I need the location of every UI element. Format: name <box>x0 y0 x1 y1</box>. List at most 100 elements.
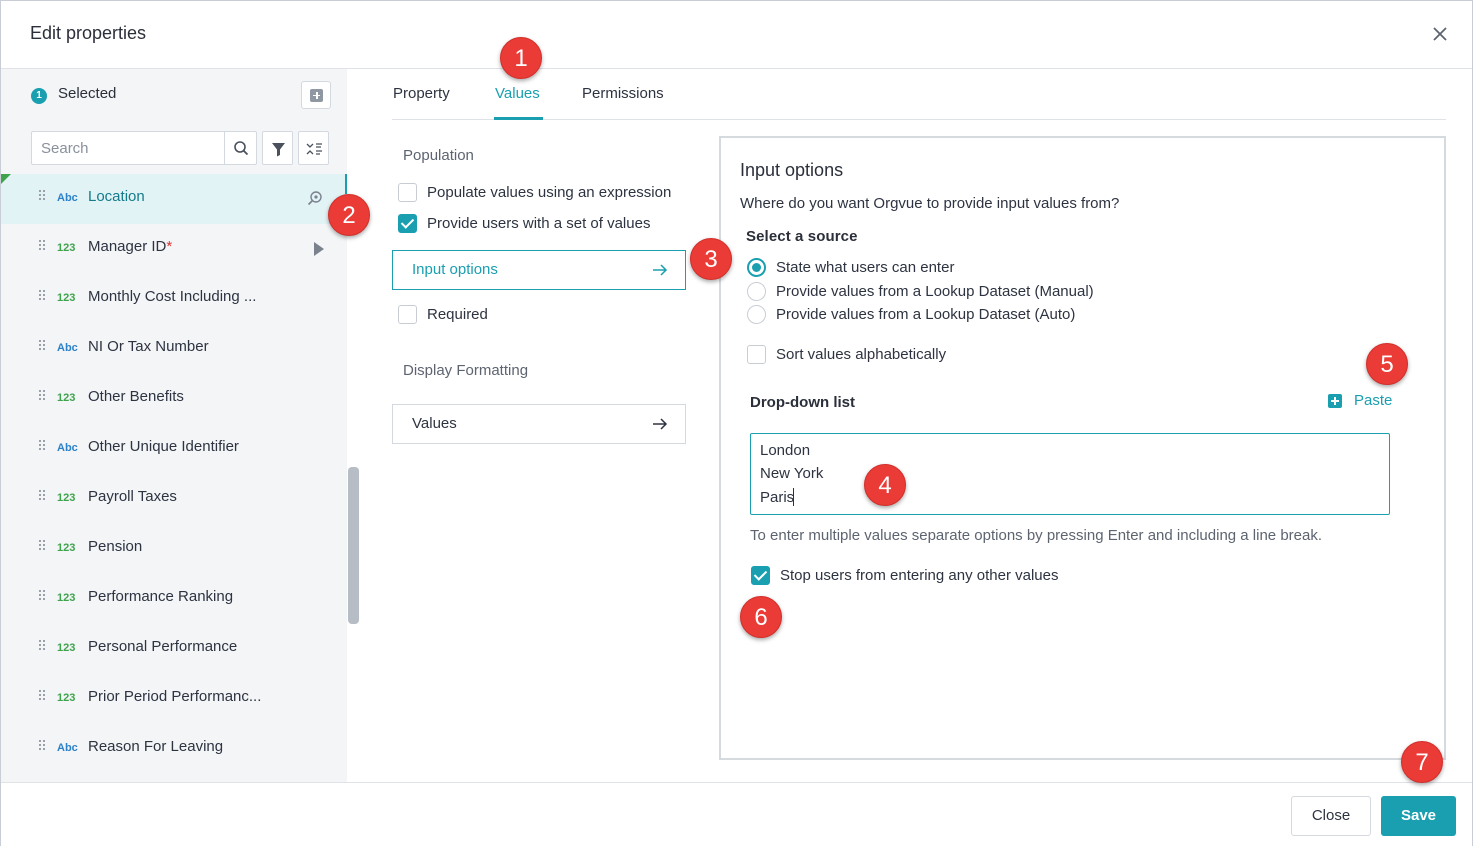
input-source-question: Where do you want Orgvue to provide inpu… <box>740 195 1120 212</box>
drag-handle-icon[interactable] <box>39 290 47 302</box>
dialog-title: Edit properties <box>30 23 147 43</box>
property-name: Prior Period Performanc... <box>88 688 261 705</box>
property-type-badge: 123 <box>57 242 76 254</box>
property-list-item[interactable]: 123 Monthly Cost Including ... <box>1 274 347 324</box>
property-type-badge: 123 <box>57 592 76 604</box>
input-options-button-label: Input options <box>412 261 498 278</box>
filter-button[interactable] <box>262 131 293 165</box>
search-icon[interactable] <box>224 132 257 164</box>
property-name-text: Personal Performance <box>88 638 238 655</box>
property-name-text: Monthly Cost Including ... <box>88 288 257 305</box>
property-list-item[interactable]: Abc NI Or Tax Number <box>1 324 347 374</box>
inspect-search-icon[interactable] <box>306 190 324 208</box>
property-sidebar: 1 Selected Abc Location 123 Manager ID* 123 M… <box>1 69 362 782</box>
population-heading: Population <box>403 147 474 164</box>
property-list-item[interactable]: 123 Other Benefits <box>1 374 347 424</box>
dialog-footer <box>1 782 1472 846</box>
drag-handle-icon[interactable] <box>39 690 47 702</box>
property-name: NI Or Tax Number <box>88 338 209 355</box>
active-tab-indicator <box>494 117 543 120</box>
source-radio-state[interactable] <box>747 258 766 277</box>
plus-square-icon <box>310 89 323 102</box>
close-icon[interactable] <box>1429 23 1451 45</box>
drag-handle-icon[interactable] <box>39 440 47 452</box>
property-name: Other Benefits <box>88 388 184 405</box>
property-list-item[interactable]: 123 Prior Period Performanc... <box>1 674 347 724</box>
input-options-title: Input options <box>740 160 844 180</box>
stop-other-values-label: Stop users from entering any other value… <box>780 567 1059 584</box>
property-list-item[interactable]: 123 Personal Performance <box>1 624 347 674</box>
required-checkbox[interactable] <box>398 305 417 324</box>
required-asterisk: * <box>166 238 173 255</box>
property-list-item[interactable]: 123 Manager ID* <box>1 224 347 274</box>
callout-marker-4: 4 <box>864 464 906 506</box>
select-source-heading: Select a source <box>746 228 858 245</box>
input-options-button[interactable]: Input options <box>392 250 686 290</box>
tab-bar: Property Values Permissions <box>392 69 1446 120</box>
property-type-badge: 123 <box>57 492 76 504</box>
sidebar-scrollbar-track[interactable] <box>347 69 362 782</box>
property-type-badge: Abc <box>57 192 78 204</box>
drag-handle-icon[interactable] <box>39 640 47 652</box>
drag-handle-icon[interactable] <box>39 390 47 402</box>
stop-other-values-checkbox[interactable] <box>751 566 770 585</box>
property-type-badge: 123 <box>57 292 76 304</box>
property-name: Personal Performance <box>88 638 237 655</box>
plus-square-icon <box>1328 394 1342 408</box>
drag-handle-icon[interactable] <box>39 590 47 602</box>
sort-alphabetically-checkbox[interactable] <box>747 345 766 364</box>
property-list-item[interactable]: Abc Other Unique Identifier <box>1 424 347 474</box>
source-radio-lookup-manual[interactable] <box>747 282 766 301</box>
values-formatting-button[interactable]: Values <box>392 404 686 444</box>
save-button[interactable]: Save <box>1381 796 1456 836</box>
source-label-lookup-manual: Provide values from a Lookup Dataset (Ma… <box>776 283 1094 300</box>
close-button[interactable]: Close <box>1291 796 1371 836</box>
paste-button[interactable]: Paste <box>1328 392 1398 412</box>
selected-label: Selected <box>58 85 117 102</box>
drag-handle-icon[interactable] <box>39 190 47 202</box>
list-settings-icon <box>306 143 322 155</box>
sort-alphabetically-label: Sort values alphabetically <box>776 346 947 363</box>
selected-count-badge: 1 <box>31 88 47 104</box>
dropdown-values-textarea[interactable]: London New York Paris <box>750 433 1390 515</box>
source-radio-lookup-auto[interactable] <box>747 305 766 324</box>
property-type-badge: 123 <box>57 542 76 554</box>
property-list-item[interactable]: 123 Payroll Taxes <box>1 474 347 524</box>
sidebar-scrollbar-thumb[interactable] <box>348 467 359 624</box>
drag-handle-icon[interactable] <box>39 240 47 252</box>
drag-handle-icon[interactable] <box>39 340 47 352</box>
property-type-badge: 123 <box>57 692 76 704</box>
tab-permissions[interactable]: Permissions <box>582 85 664 102</box>
populate-expression-checkbox[interactable] <box>398 183 417 202</box>
dropdown-value: London <box>760 442 811 459</box>
drag-handle-icon[interactable] <box>39 540 47 552</box>
sort-options-button[interactable] <box>298 131 329 165</box>
property-list-item[interactable]: 123 Performance Ranking <box>1 574 347 624</box>
tab-values[interactable]: Values <box>495 85 540 102</box>
tab-property[interactable]: Property <box>393 85 450 102</box>
callout-marker-2: 2 <box>328 194 370 236</box>
populate-expression-label: Populate values using an expression <box>427 184 672 201</box>
expand-arrow-icon[interactable] <box>312 241 326 257</box>
search-input[interactable] <box>32 132 224 164</box>
provide-set-of-values-checkbox[interactable] <box>398 214 417 233</box>
callout-marker-7: 7 <box>1401 741 1443 783</box>
active-item-corner <box>1 174 11 184</box>
drag-handle-icon[interactable] <box>39 490 47 502</box>
drag-handle-icon[interactable] <box>39 740 47 752</box>
values-button-label: Values <box>412 415 457 432</box>
property-list-item[interactable]: Abc Location <box>1 174 347 224</box>
property-name: Location <box>88 188 145 205</box>
callout-marker-6: 6 <box>740 596 782 638</box>
property-name: Performance Ranking <box>88 588 233 605</box>
display-formatting-heading: Display Formatting <box>403 362 529 379</box>
required-label: Required <box>427 306 488 323</box>
property-type-badge: Abc <box>57 442 78 454</box>
property-list-item[interactable]: 123 Pension <box>1 524 347 574</box>
property-name-text: NI Or Tax Number <box>88 338 209 355</box>
property-list-item[interactable]: Abc Reason For Leaving <box>1 724 347 774</box>
add-property-button[interactable] <box>301 81 331 109</box>
property-name-text: Location <box>88 188 145 205</box>
property-type-badge: Abc <box>57 342 78 354</box>
property-name: Monthly Cost Including ... <box>88 288 256 305</box>
